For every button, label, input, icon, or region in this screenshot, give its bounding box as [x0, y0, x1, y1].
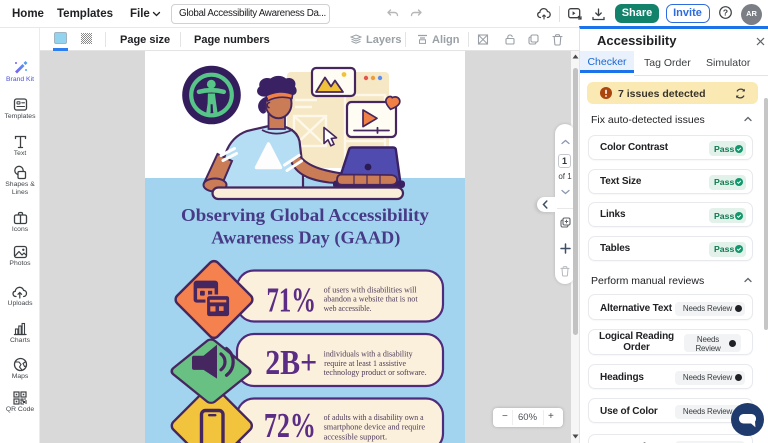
svg-text:Observing Global Accessibility: Observing Global Accessibility	[181, 205, 429, 225]
svg-text:smartphone device and require: smartphone device and require	[324, 421, 426, 431]
svg-text:?: ?	[722, 8, 727, 18]
svg-text:accessible support.: accessible support.	[324, 432, 388, 442]
svg-text:72%: 72%	[264, 406, 316, 443]
svg-text:web accessible.: web accessible.	[324, 303, 372, 313]
svg-text:71%: 71%	[266, 280, 316, 319]
svg-text:abandon a website that is not: abandon a website that is not	[324, 294, 419, 304]
svg-text:Awareness Day (GAAD): Awareness Day (GAAD)	[211, 228, 400, 248]
svg-text:2B+: 2B+	[265, 343, 317, 382]
svg-text:technology product or software: technology product or software.	[324, 367, 427, 377]
